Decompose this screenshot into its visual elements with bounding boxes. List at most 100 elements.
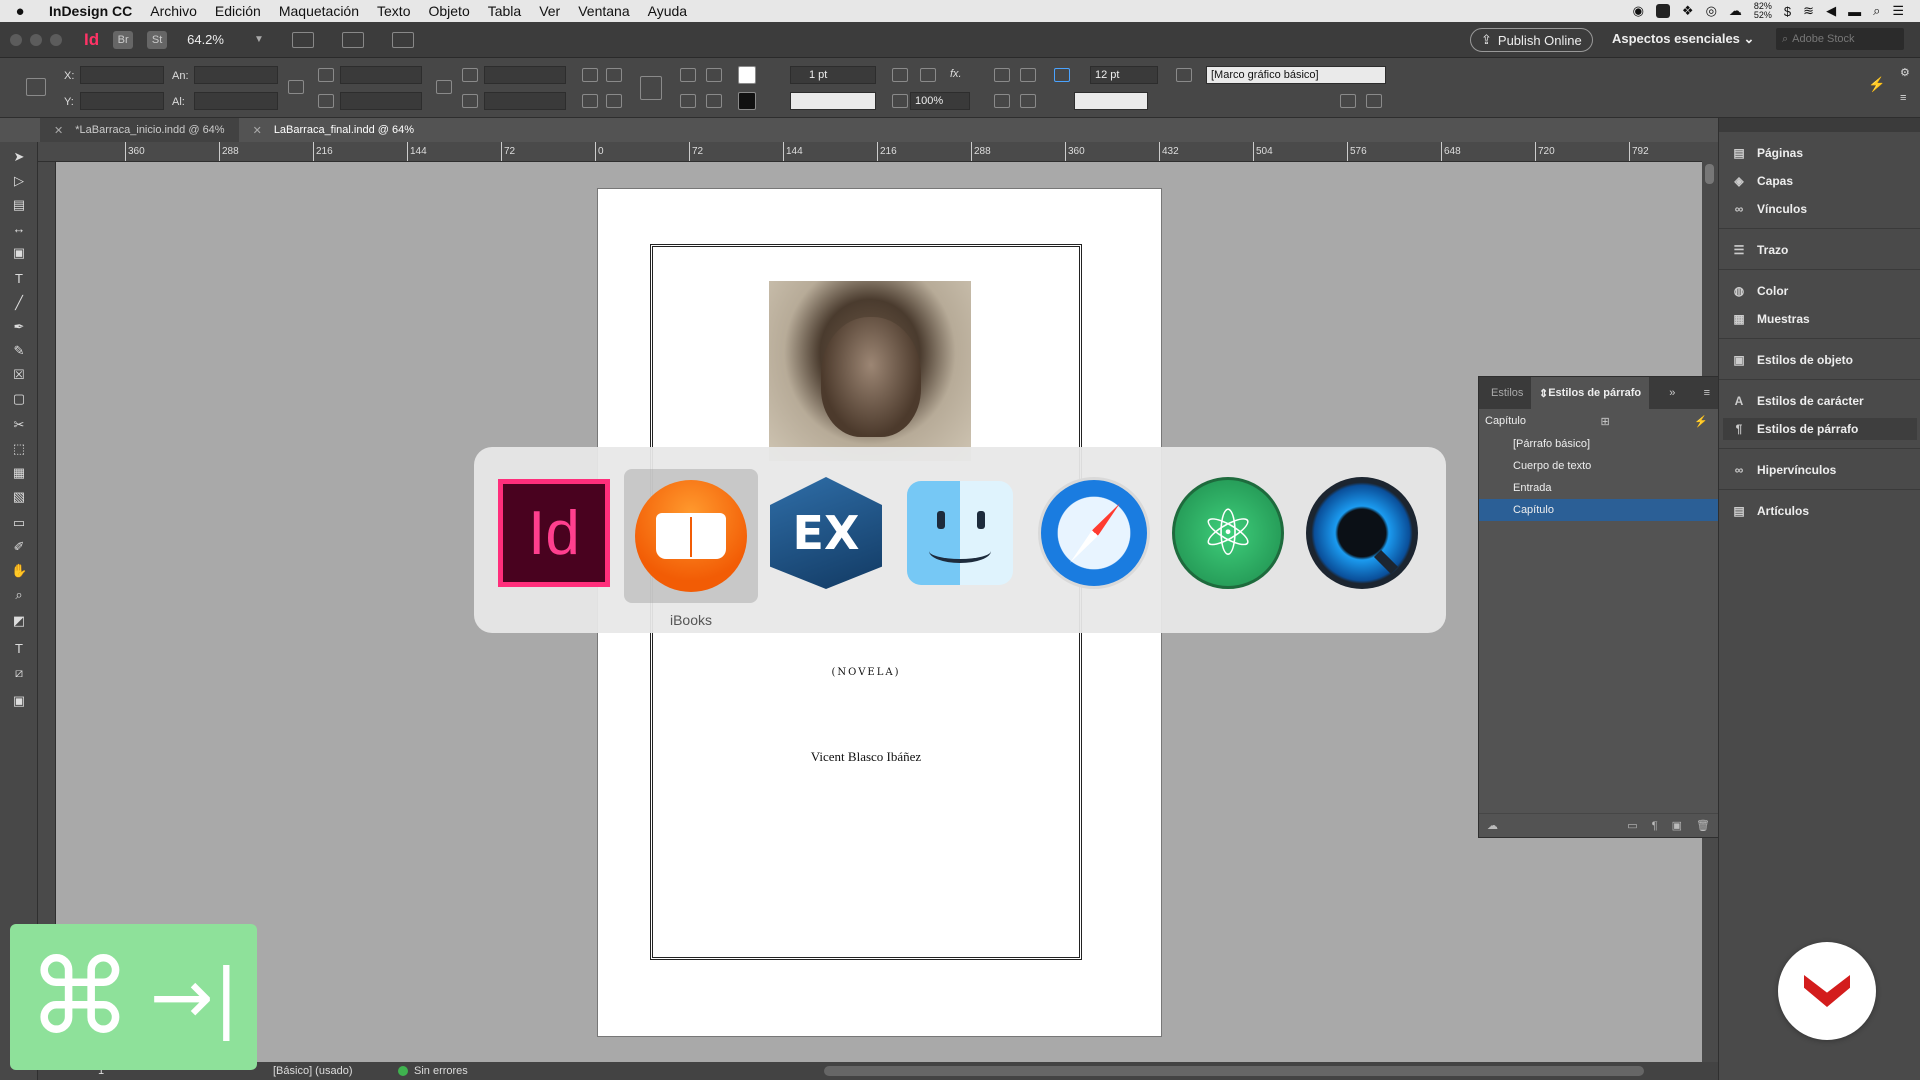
panel-character-styles[interactable]: A Estilos de carácter <box>1731 390 1911 412</box>
spotlight-search-icon[interactable]: ⌕ <box>1873 3 1880 19</box>
panel-color[interactable]: ◍ Color <box>1731 280 1911 302</box>
panel-layers[interactable]: ◈ Capas <box>1731 170 1911 192</box>
rotate-cw-icon[interactable] <box>582 68 598 82</box>
effects-fx-icon[interactable]: fx. <box>950 68 962 80</box>
command-icon[interactable] <box>1655 4 1670 18</box>
menu-edicion[interactable]: Edición <box>206 3 270 19</box>
apply-none-icon[interactable]: ⧄ <box>11 666 27 680</box>
panel-pages[interactable]: ▤ Páginas <box>1731 142 1911 164</box>
new-style-group-icon[interactable]: ⊞ <box>1601 415 1620 428</box>
switcher-app-indesign[interactable]: Id <box>492 471 616 595</box>
view-options-button[interactable] <box>291 31 314 48</box>
menu-ventana[interactable]: Ventana <box>569 3 638 19</box>
bridge-button[interactable]: Br <box>113 30 134 49</box>
switcher-app-exf[interactable]: EX <box>764 471 888 595</box>
select-next-icon[interactable] <box>706 94 722 108</box>
publish-online-button[interactable]: ⇪ Publish Online <box>1470 28 1593 52</box>
style-row[interactable]: Entrada <box>1479 477 1718 499</box>
rotation-angle-icon[interactable] <box>462 68 478 82</box>
line-tool-icon[interactable]: ╱ <box>11 296 27 310</box>
collapse-panel-icon[interactable]: » <box>1669 387 1683 399</box>
rectangle-tool-icon[interactable]: ▢ <box>11 392 27 406</box>
gap-tool-icon[interactable]: ↔ <box>11 222 27 236</box>
switcher-app-atom[interactable]: ⚛ <box>1166 471 1290 595</box>
style-row[interactable]: [Párrafo básico] <box>1479 433 1718 455</box>
menu-ayuda[interactable]: Ayuda <box>639 3 696 19</box>
novel-subtitle[interactable]: (NOVELA) <box>653 667 1079 678</box>
style-row[interactable]: Cuerpo de texto <box>1479 455 1718 477</box>
fit-frame-to-content-icon[interactable] <box>1020 94 1036 108</box>
free-transform-tool-icon[interactable]: ⬚ <box>11 442 27 456</box>
folder-icon[interactable]: ▭ <box>1627 819 1637 832</box>
width-field[interactable] <box>194 66 278 84</box>
new-style-icon[interactable]: ▣ <box>1672 819 1682 832</box>
gear-icon[interactable]: ⚙ <box>1900 66 1910 79</box>
panel-stroke[interactable]: ☰ Trazo <box>1731 239 1911 261</box>
clear-overrides-icon[interactable] <box>1340 94 1356 108</box>
select-container-icon[interactable] <box>680 68 696 82</box>
fill-stroke-icon[interactable]: ◩ <box>11 614 27 628</box>
workspace-switcher[interactable]: Aspectos esenciales ⌄ <box>1612 31 1754 47</box>
frame-fitting-icon[interactable] <box>920 68 936 82</box>
zoom-tool-icon[interactable]: ⌕ <box>11 588 27 602</box>
center-content-icon[interactable] <box>994 94 1010 108</box>
switcher-app-safari[interactable] <box>1032 471 1156 595</box>
dropbox-icon[interactable]: ❖ <box>1682 3 1694 19</box>
stock-button[interactable]: St <box>147 30 168 49</box>
fill-frame-proportionally-icon[interactable] <box>1020 68 1036 82</box>
shear-angle-icon[interactable] <box>462 94 478 108</box>
select-content-icon[interactable] <box>706 68 722 82</box>
wifi-icon[interactable]: ≋ <box>1803 3 1814 19</box>
close-tab-icon[interactable]: ✕ <box>54 124 63 137</box>
battery-stats[interactable]: 82% 52% <box>1754 2 1772 20</box>
pencil-tool-icon[interactable]: ✎ <box>11 344 27 358</box>
gradient-swatch-tool-icon[interactable]: ▦ <box>11 466 27 480</box>
hand-tool-icon[interactable]: ✋ <box>11 564 27 578</box>
constrain-proportions-icon[interactable] <box>288 80 304 94</box>
switcher-app-ibooks[interactable] <box>624 469 758 603</box>
stroke-type-select[interactable] <box>790 92 876 110</box>
object-style-icon[interactable] <box>1176 68 1192 82</box>
gradient-feather-tool-icon[interactable]: ▧ <box>11 490 27 504</box>
stroke-weight-field[interactable]: 1 pt <box>790 66 876 84</box>
tab-styles[interactable]: Estilos <box>1479 387 1531 399</box>
dollar-icon[interactable]: $ <box>1784 4 1791 19</box>
switcher-app-quicktime[interactable] <box>1300 471 1424 595</box>
clear-overrides-icon[interactable]: ¶ <box>1652 820 1658 832</box>
author-portrait-image[interactable] <box>769 281 971 461</box>
height-field[interactable] <box>194 92 278 110</box>
panel-articles[interactable]: ▤ Artículos <box>1731 500 1911 522</box>
zoom-chevron-down-icon[interactable]: ▼ <box>254 34 264 45</box>
menu-archivo[interactable]: Archivo <box>141 3 206 19</box>
direct-selection-tool-icon[interactable]: ▷ <box>11 174 27 188</box>
drop-shadow-icon[interactable] <box>892 68 908 82</box>
menu-maquetacion[interactable]: Maquetación <box>270 3 368 19</box>
tab-paragraph-styles[interactable]: ⇕ Estilos de párrafo <box>1531 377 1650 409</box>
arrange-documents-button[interactable] <box>391 31 414 48</box>
creative-cloud-icon[interactable]: ◎ <box>1706 3 1717 19</box>
screen-mode-button[interactable] <box>341 31 364 48</box>
clear-attributes-icon[interactable] <box>1366 94 1382 108</box>
flip-vertical-icon[interactable] <box>606 94 622 108</box>
minimize-window-button[interactable] <box>30 33 42 46</box>
y-field[interactable] <box>80 92 164 110</box>
fill-swatch[interactable] <box>738 66 756 84</box>
flag-icon[interactable]: ▬ <box>1848 4 1861 19</box>
panel-links[interactable]: ∞ Vínculos <box>1731 198 1911 220</box>
object-style-select[interactable]: [Marco gráfico básico] <box>1206 66 1386 84</box>
rotation-field[interactable] <box>484 66 566 84</box>
screen-mode-icon[interactable]: ▣ <box>11 694 27 708</box>
flip-horizontal-icon[interactable] <box>582 94 598 108</box>
trash-icon[interactable]: 🗑 <box>1696 819 1710 832</box>
auto-fit-icon[interactable] <box>1054 68 1070 82</box>
adobe-stock-search[interactable]: ⌕ Adobe Stock <box>1776 28 1904 50</box>
author-name[interactable]: Vicent Blasco Ibáñez <box>653 749 1079 765</box>
volume-icon[interactable]: ◀ <box>1826 3 1836 19</box>
opacity-field[interactable]: 100% <box>910 92 970 110</box>
style-row-selected[interactable]: Capítulo <box>1479 499 1718 521</box>
close-tab-icon[interactable]: ✕ <box>253 124 262 137</box>
cloud-icon[interactable]: ☁ <box>1729 3 1742 19</box>
content-collector-icon[interactable]: ▣ <box>11 246 27 260</box>
lightning-icon[interactable]: ⚡ <box>1868 76 1885 93</box>
preflight-status[interactable]: Sin errores <box>398 1065 468 1077</box>
